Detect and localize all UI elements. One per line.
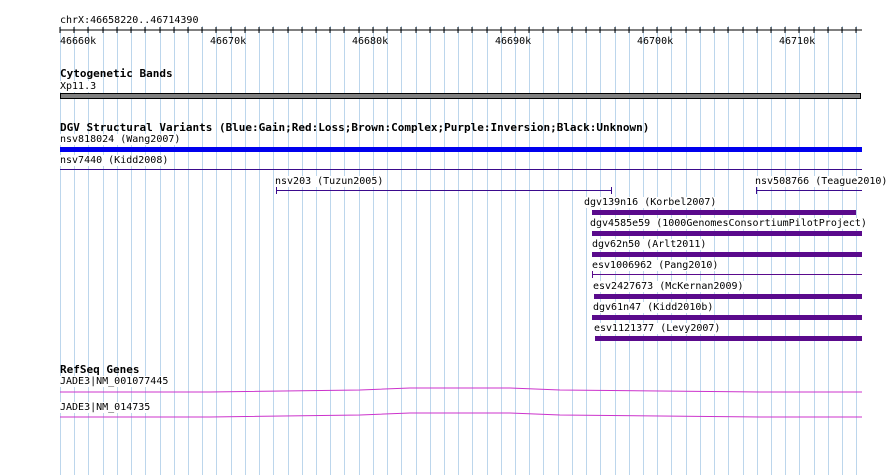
ruler-tick-label: 46700k xyxy=(637,36,674,47)
feature-bar[interactable] xyxy=(756,190,862,191)
feature-bar-cap xyxy=(756,187,757,194)
feature-bar[interactable] xyxy=(276,190,611,191)
feature-label[interactable]: dgv4585e59 (1000GenomesConsortiumPilotPr… xyxy=(589,218,868,229)
feature-label[interactable]: dgv139n16 (Korbel2007) xyxy=(583,197,718,208)
feature-bar[interactable] xyxy=(594,294,862,299)
feature-label[interactable]: esv1006962 (Pang2010) xyxy=(591,260,720,271)
feature-bar[interactable] xyxy=(592,252,862,257)
feature-label[interactable]: nsv203 (Tuzun2005) xyxy=(274,176,385,187)
gene-model[interactable] xyxy=(0,383,890,403)
feature-label[interactable]: nsv508766 (Teague2010) xyxy=(754,176,889,187)
feature-bar[interactable] xyxy=(592,315,862,320)
ruler xyxy=(59,27,862,33)
ruler-tick-label: 46660k xyxy=(60,36,97,47)
genome-browser-view: chrX:46658220..46714390 46660k 46670k 46… xyxy=(0,0,890,475)
band-label: Xp11.3 xyxy=(59,81,98,92)
feature-bar-cap xyxy=(611,187,612,194)
ruler-tick-label: 46680k xyxy=(352,36,389,47)
feature-bar[interactable] xyxy=(60,147,862,152)
feature-label[interactable]: dgv62n50 (Arlt2011) xyxy=(591,239,708,250)
feature-label[interactable]: nsv818024 (Wang2007) xyxy=(59,134,182,145)
feature-bar[interactable] xyxy=(592,210,856,215)
feature-label[interactable]: esv1121377 (Levy2007) xyxy=(593,323,722,334)
feature-bar[interactable] xyxy=(592,274,862,275)
feature-label[interactable]: dgv61n47 (Kidd2010b) xyxy=(592,302,715,313)
feature-bar-cap xyxy=(276,187,277,194)
feature-label[interactable]: esv2427673 (McKernan2009) xyxy=(592,281,745,292)
feature-bar[interactable] xyxy=(60,169,862,170)
gene-model[interactable] xyxy=(0,409,890,429)
ruler-tick-label: 46670k xyxy=(210,36,247,47)
feature-label[interactable]: nsv7440 (Kidd2008) xyxy=(59,155,170,166)
track-title-refseq[interactable]: RefSeq Genes xyxy=(60,363,139,376)
feature-bar[interactable] xyxy=(592,231,862,236)
track-title-dgv[interactable]: DGV Structural Variants (Blue:Gain;Red:L… xyxy=(60,121,649,134)
cytogenetic-band[interactable] xyxy=(60,93,861,99)
track-title-cytogenetic[interactable]: Cytogenetic Bands xyxy=(60,67,173,80)
ruler-tick-label: 46710k xyxy=(779,36,816,47)
feature-bar-cap xyxy=(592,271,593,278)
ruler-tick-label: 46690k xyxy=(495,36,532,47)
feature-bar[interactable] xyxy=(595,336,862,341)
